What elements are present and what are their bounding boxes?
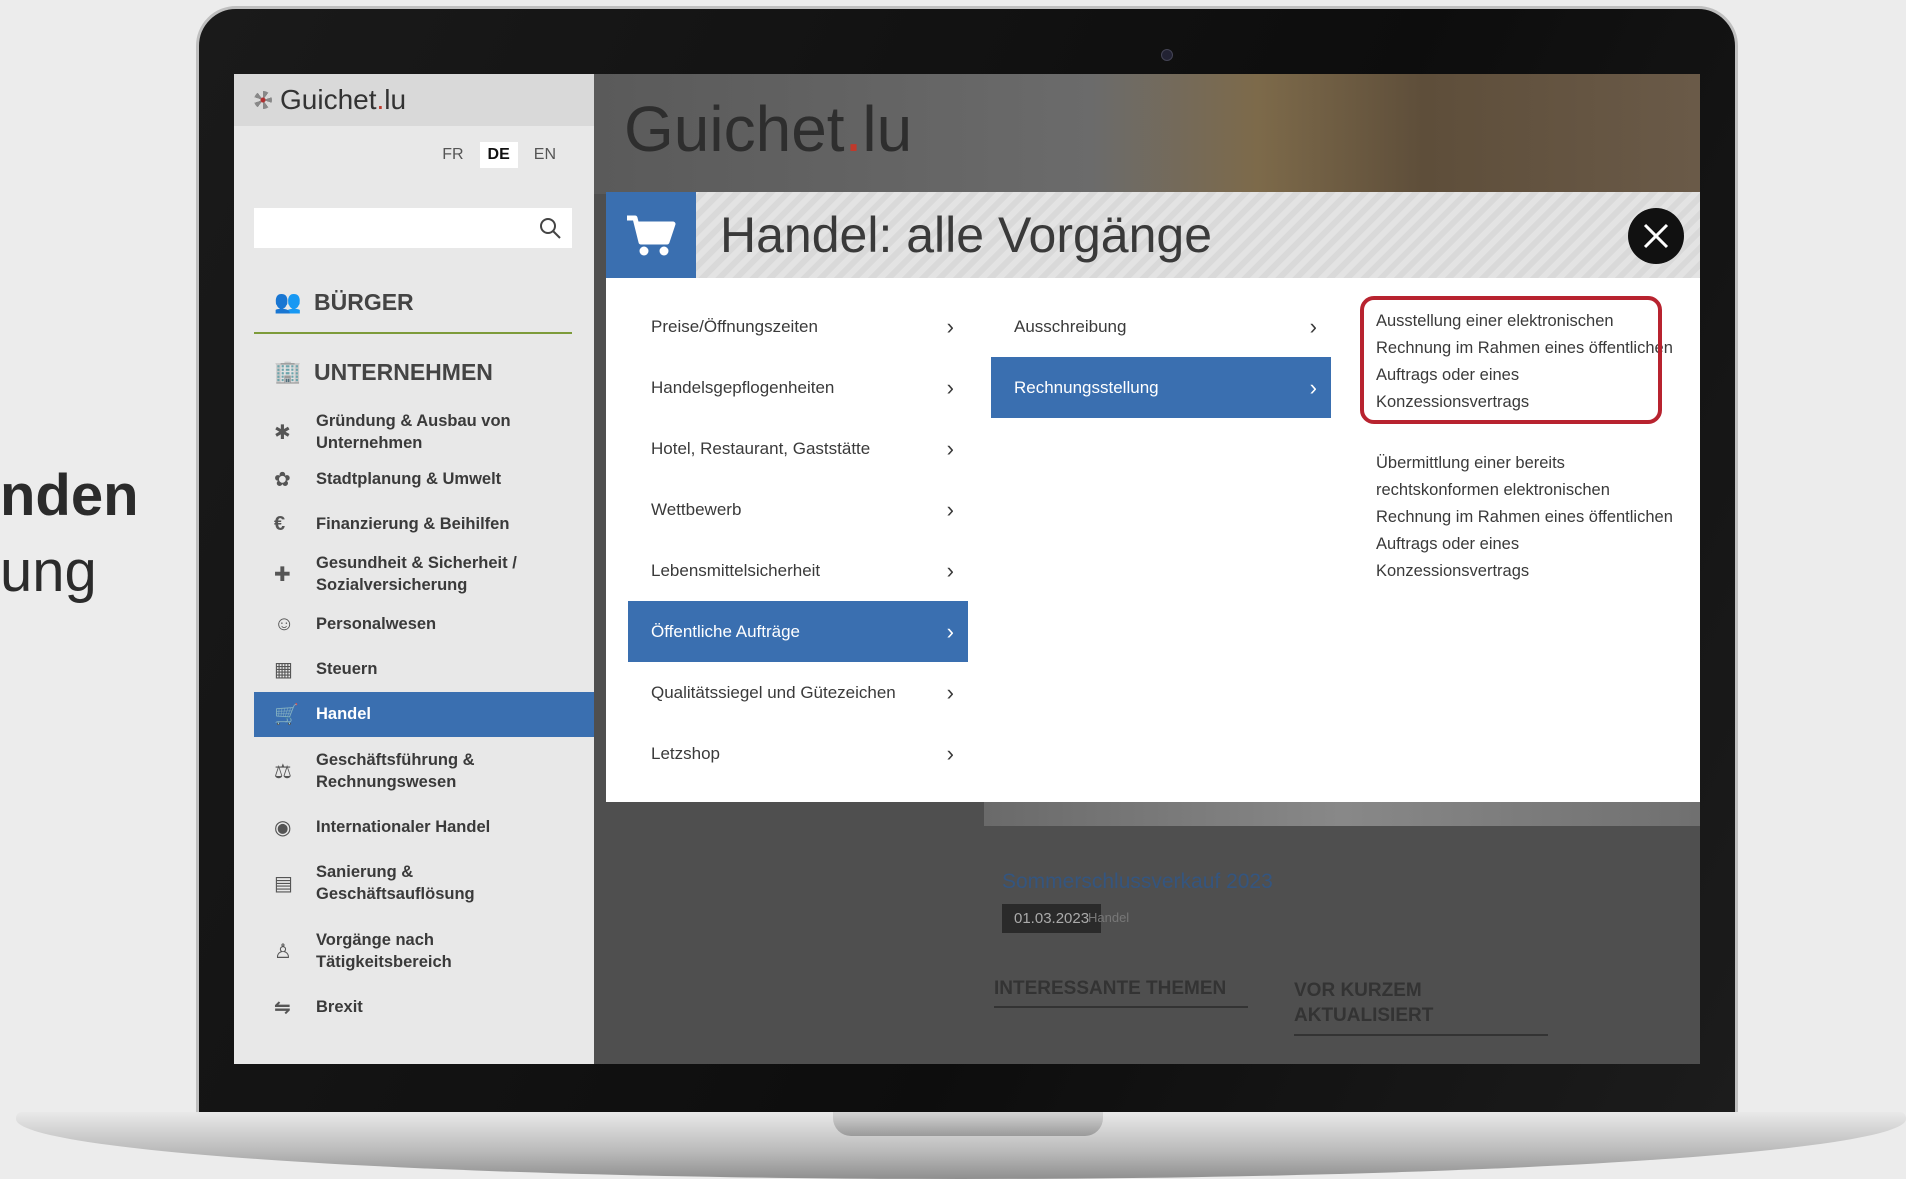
chart-down-icon: ▤ [274, 872, 293, 895]
category-item[interactable]: Hotel, Restaurant, Gaststätte › [628, 418, 968, 479]
highlight-box [1360, 296, 1662, 424]
close-button[interactable] [1628, 208, 1684, 264]
medkit-icon: ✚ [274, 563, 291, 586]
hero-banner: Guichet.lu [594, 74, 1700, 194]
brexit-icon: ⇋ [274, 996, 291, 1019]
news-date: 01.03.2023 [1002, 904, 1102, 933]
sidebar-item-steuern[interactable]: ▦ Steuern [254, 646, 594, 692]
modal-header: Handel: alle Vorgänge [606, 192, 1700, 278]
chevron-right-icon: › [946, 740, 954, 766]
lang-de[interactable]: DE [479, 142, 518, 168]
chevron-right-icon: › [946, 435, 954, 461]
cart-icon [606, 192, 696, 278]
person-cycle-icon: ☺ [274, 612, 295, 635]
modal-title: Handel: alle Vorgänge [720, 207, 1213, 263]
sidebar-item-stadtplanung[interactable]: ✿ Stadtplanung & Umwelt [254, 456, 594, 502]
category-item[interactable]: Wettbewerb › [628, 479, 968, 540]
leaf-icon: ✿ [274, 468, 291, 491]
chevron-right-icon: › [946, 679, 954, 705]
building-icon: 🏢 [274, 359, 302, 384]
search-input[interactable] [254, 208, 572, 248]
sidebar-item-taetigkeitsbereich[interactable]: ♙ Vorgänge nach Tätigkeitsbereich [254, 917, 594, 985]
lang-en[interactable]: EN [526, 142, 564, 168]
subcategory-item[interactable]: Ausschreibung › [991, 296, 1331, 357]
sidebar: Guichet. lu FR DE EN 👥 BÜRGER 🏢 UNTERNEHM… [234, 74, 594, 1064]
calculator-icon: ▦ [274, 658, 293, 681]
sidebar-item-handel[interactable]: 🛒 Handel [254, 692, 594, 737]
procedure-link[interactable]: Übermittlung einer bereits rechtskonform… [1376, 438, 1676, 597]
guichet-logo-icon [254, 91, 272, 109]
chevron-right-icon: › [946, 313, 954, 339]
scales-icon: ⚖ [274, 760, 292, 783]
sidebar-item-gesundheit[interactable]: ✚ Gesundheit & Sicherheit / Sozialversich… [254, 546, 594, 602]
category-item[interactable]: Letzshop › [628, 723, 968, 784]
screen: Guichet.lu Sommerschlussverkauf 2023 01.… [234, 74, 1700, 1064]
chevron-right-icon: › [946, 496, 954, 522]
category-list: Preise/Öffnungszeiten › Handelsgepflogenh… [628, 296, 968, 784]
sidebar-items: ✱ Gründung & Ausbau von Unternehmen ✿ Stad… [254, 408, 594, 1029]
category-modal: Handel: alle Vorgänge Preise/Öffnungszei… [606, 192, 1700, 802]
category-item[interactable]: Qualitätssiegel und Gütezeichen › [628, 662, 968, 723]
euro-icon: € [274, 512, 286, 535]
procedure-list: Ausstellung einer elektronischen Rechnun… [1360, 296, 1676, 597]
nav-unternehmen[interactable]: 🏢 UNTERNEHMEN [254, 346, 572, 398]
category-item[interactable]: Preise/Öffnungszeiten › [628, 296, 968, 357]
camera-icon [1161, 49, 1173, 61]
category-item-active[interactable]: Öffentliche Aufträge › [628, 601, 968, 662]
puzzle-icon: ✱ [274, 421, 291, 444]
slide-heading-fragment: nden [0, 463, 139, 528]
laptop-notch [833, 1112, 1103, 1136]
chevron-right-icon: › [1309, 313, 1317, 339]
category-item[interactable]: Lebensmittelsicherheit › [628, 540, 968, 601]
news-title[interactable]: Sommerschlussverkauf 2023 [1002, 870, 1273, 894]
chevron-right-icon: › [1309, 374, 1317, 400]
sidebar-item-brexit[interactable]: ⇋ Brexit [254, 985, 594, 1029]
sidebar-logo[interactable]: Guichet. lu [234, 74, 594, 126]
sidebar-item-gruendung[interactable]: ✱ Gründung & Ausbau von Unternehmen [254, 408, 594, 456]
sidebar-item-internationaler-handel[interactable]: ◉ Internationaler Handel [254, 805, 594, 849]
sidebar-item-geschaeftsfuehrung[interactable]: ⚖ Geschäftsführung & Rechnungswesen [254, 737, 594, 805]
globe-icon: ◉ [274, 816, 292, 839]
language-switcher: FR DE EN [434, 142, 564, 168]
sidebar-item-sanierung[interactable]: ▤ Sanierung & Geschäftsauflösung [254, 849, 594, 917]
category-item[interactable]: Handelsgepflogenheiten › [628, 357, 968, 418]
close-icon[interactable] [1628, 208, 1684, 264]
hero-logo[interactable]: Guichet.lu [624, 92, 912, 166]
sidebar-item-finanzierung[interactable]: € Finanzierung & Beihilfen [254, 502, 594, 546]
slide-subheading-fragment: ung [0, 539, 97, 604]
search-icon[interactable] [538, 216, 562, 240]
procedure-link[interactable]: Ausstellung einer elektronischen Rechnun… [1360, 296, 1676, 428]
subcategory-item-active[interactable]: Rechnungsstellung › [991, 357, 1331, 418]
news-category: Handel [1088, 910, 1130, 925]
cart-icon: 🛒 [274, 704, 299, 726]
chevron-right-icon: › [946, 618, 954, 644]
chevron-right-icon: › [946, 374, 954, 400]
nav-buerger[interactable]: 👥 BÜRGER [254, 272, 572, 334]
lang-fr[interactable]: FR [434, 142, 471, 168]
people-icon: 👥 [274, 289, 302, 314]
group-icon: ♙ [274, 940, 292, 963]
subcategory-list: Ausschreibung › Rechnungsstellung › [991, 296, 1331, 418]
section-heading-interesting-topics: INTERESSANTE THEMEN [994, 978, 1248, 1008]
sidebar-item-personalwesen[interactable]: ☺ Personalwesen [254, 602, 594, 646]
section-heading-recently-updated: VOR KURZEM AKTUALISIERT [1294, 978, 1548, 1036]
chevron-right-icon: › [946, 557, 954, 583]
